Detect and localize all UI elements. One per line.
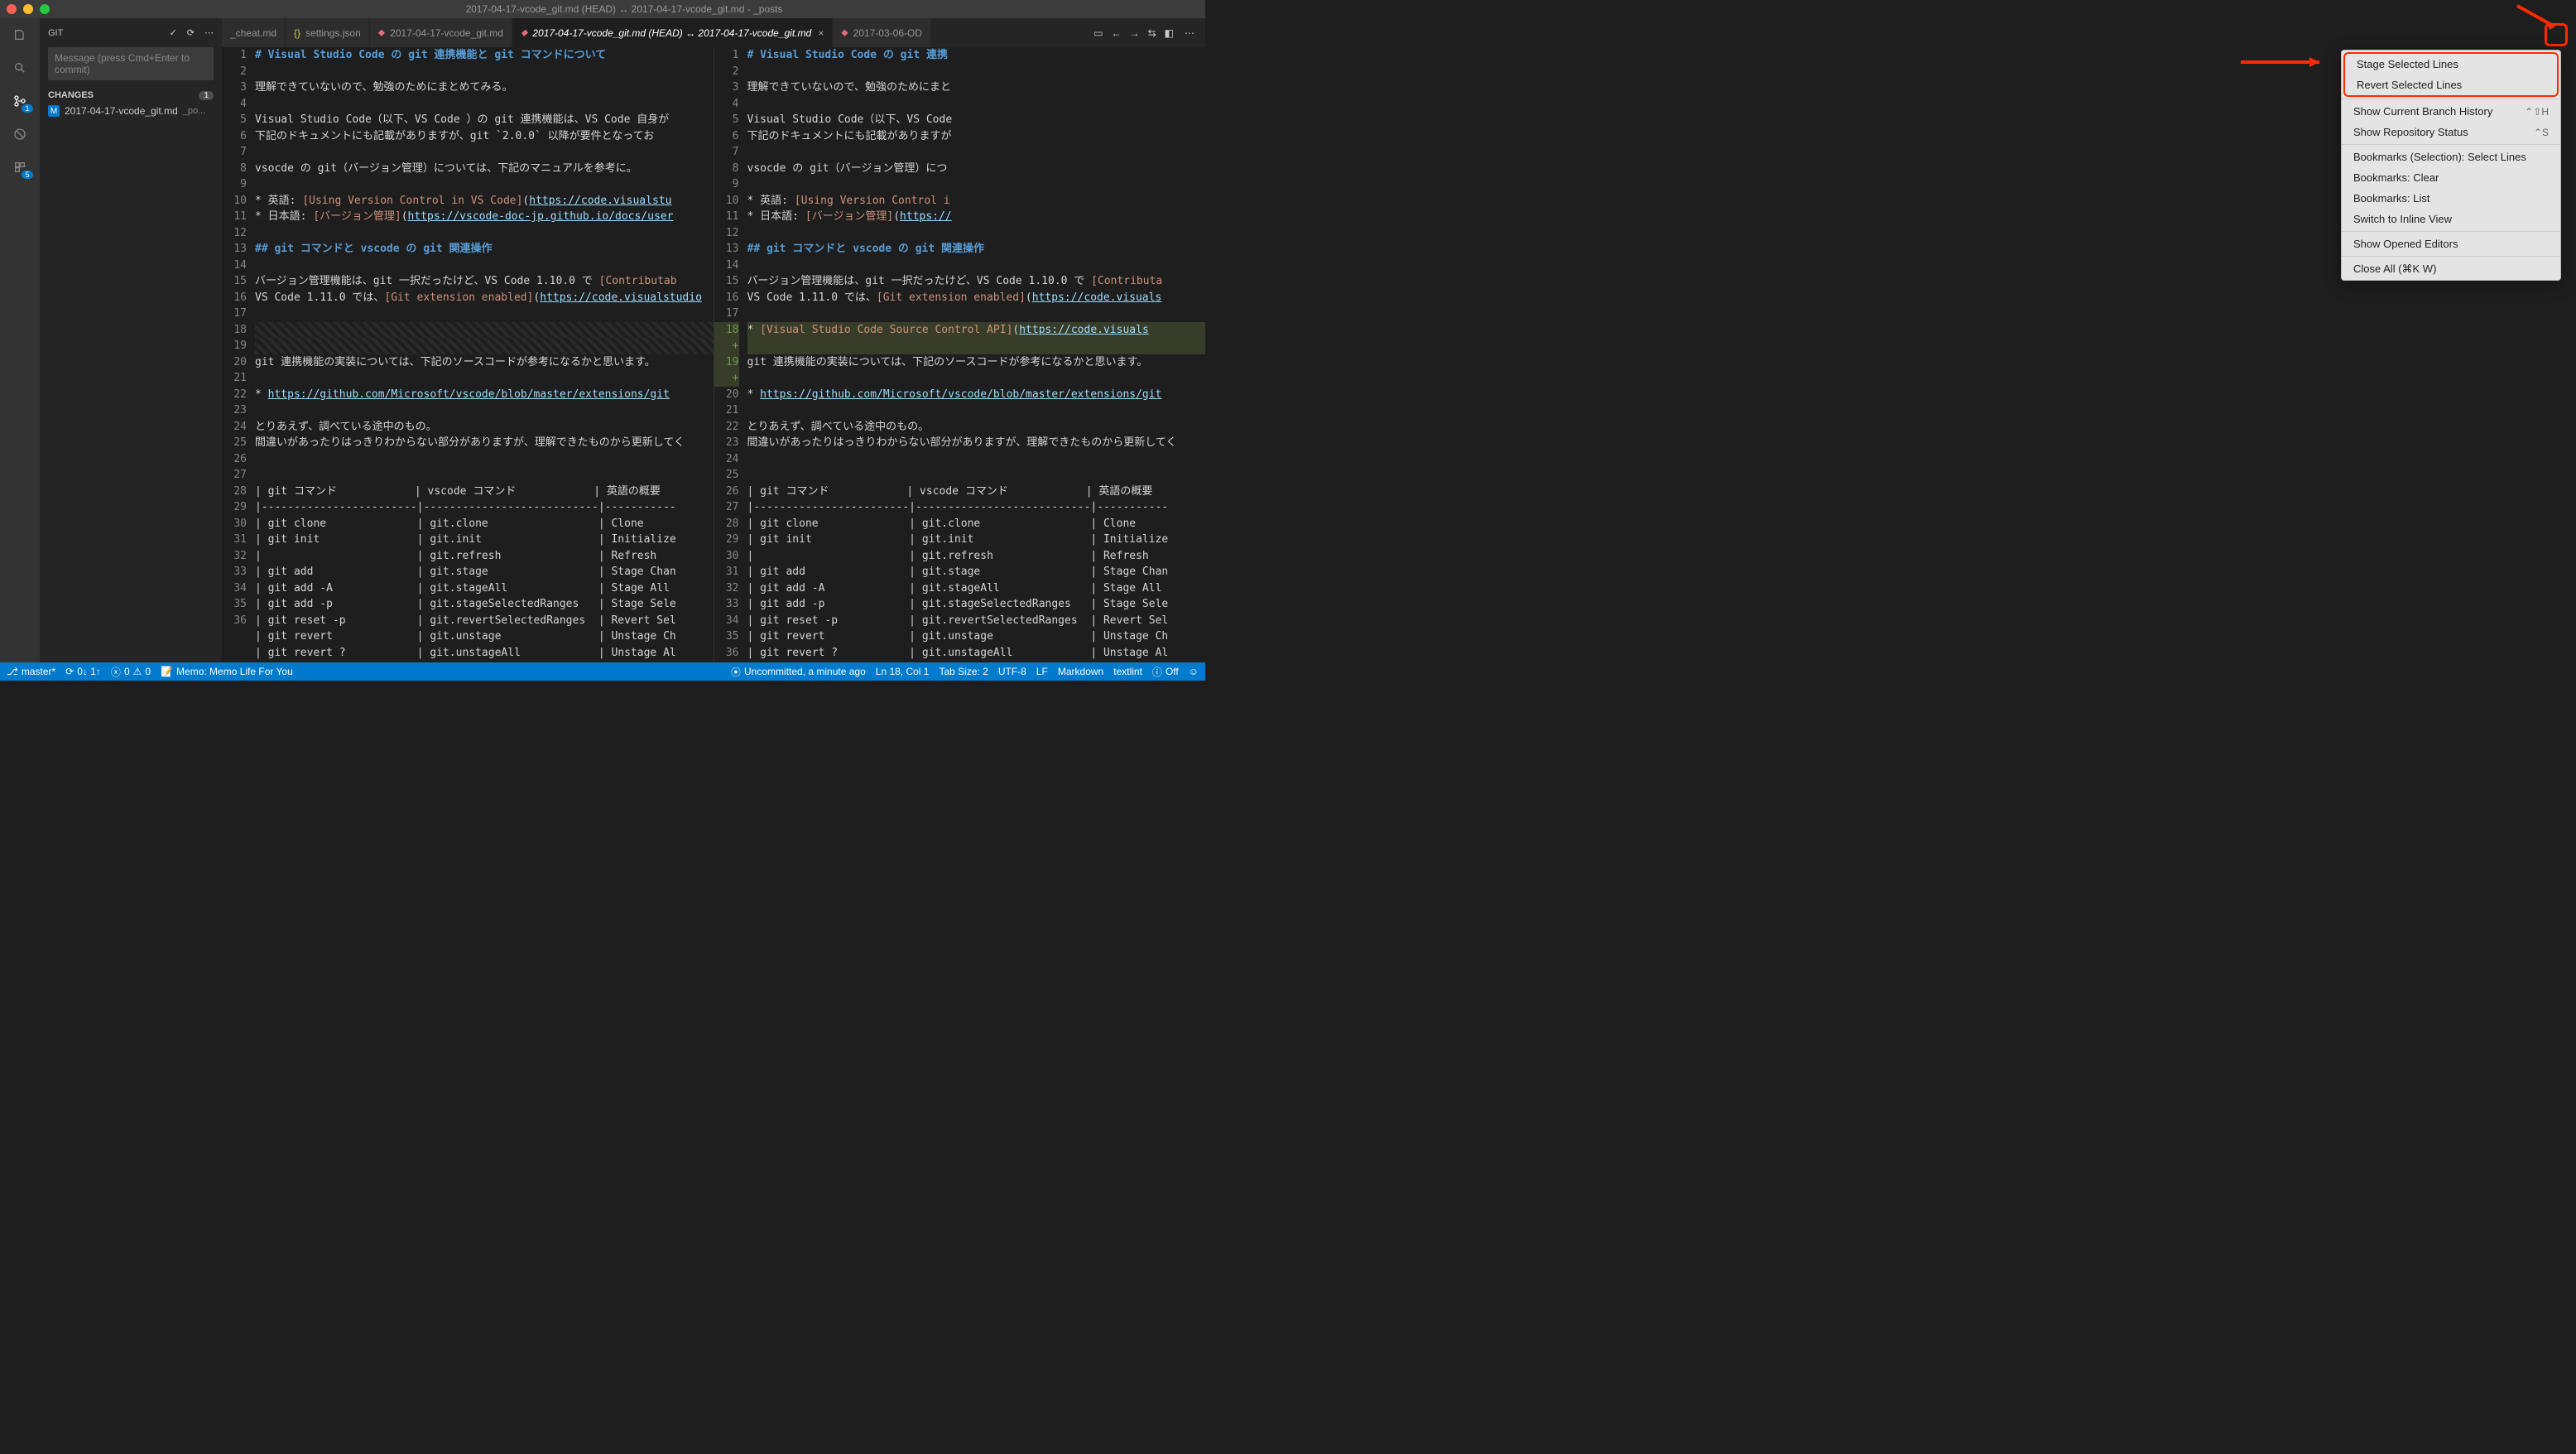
status-git[interactable]: ⦿ Uncommitted, a minute ago: [731, 665, 866, 679]
window-title: 2017-04-17-vcode_git.md (HEAD) ↔ 2017-04…: [50, 3, 1199, 15]
git-file-icon: ⬥: [841, 26, 848, 39]
search-icon[interactable]: [10, 58, 30, 78]
refresh-icon[interactable]: ⟳: [187, 27, 195, 38]
status-lang[interactable]: Markdown: [1058, 666, 1103, 677]
split-icon[interactable]: ◧: [1165, 27, 1174, 39]
menu-opened-editors[interactable]: Show Opened Editors: [2342, 234, 2560, 254]
status-feedback-icon[interactable]: ☺: [1189, 666, 1199, 677]
file-dir: _po...: [183, 106, 206, 116]
more-actions-icon[interactable]: ⋯: [1182, 25, 1197, 41]
activity-bar: 1 5: [0, 18, 40, 662]
menu-close-all[interactable]: Close All (⌘K W): [2342, 258, 2560, 280]
commit-message-input[interactable]: Message (press Cmd+Enter to commit): [48, 47, 214, 80]
menu-bookmarks-select[interactable]: Bookmarks (Selection): Select Lines: [2342, 147, 2560, 167]
tab-actions: ▭ ← → ⇆ ◧ ⋯: [1085, 25, 1205, 41]
changes-label: CHANGES: [48, 90, 94, 100]
menu-branch-history[interactable]: Show Current Branch History⌃⇧H: [2342, 101, 2560, 122]
status-off[interactable]: ⓘ Off: [1152, 665, 1179, 679]
code-left[interactable]: # Visual Studio Code の git 連携機能と git コマン…: [255, 47, 714, 662]
source-control-icon[interactable]: 1: [10, 91, 30, 111]
menu-inline-view[interactable]: Switch to Inline View: [2342, 209, 2560, 229]
changes-section-header[interactable]: CHANGES 1: [40, 87, 222, 104]
annotation-arrow-to-menu: [2237, 50, 2336, 75]
editor-tabs: _cheat.md {}settings.json ⬥2017-04-17-vc…: [222, 18, 1205, 47]
scm-sidebar: GIT ✓ ⟳ ⋯ Message (press Cmd+Enter to co…: [40, 18, 222, 662]
diff-right-pane[interactable]: 123456789101112131415161718 +19 +2021222…: [714, 47, 1206, 662]
menu-bookmarks-clear[interactable]: Bookmarks: Clear: [2342, 167, 2560, 188]
window-controls: [7, 4, 50, 14]
explorer-icon[interactable]: [10, 25, 30, 45]
code-right[interactable]: # Visual Studio Code の git 連携理解できていないので、…: [747, 47, 1206, 662]
nav-back-icon[interactable]: ←: [1112, 27, 1122, 39]
menu-stage-selected[interactable]: Stage Selected Lines: [2345, 54, 2557, 75]
status-memo[interactable]: 📝 Memo: Memo Life For You: [161, 666, 293, 677]
scm-badge: 1: [22, 104, 33, 113]
file-name: 2017-04-17-vcode_git.md: [65, 105, 178, 117]
status-bar: ⎇ master* ⟳ 0↓ 1↑ ⓧ 0 ⚠ 0 📝 Memo: Memo L…: [0, 662, 1205, 681]
menu-revert-selected[interactable]: Revert Selected Lines: [2345, 75, 2557, 95]
diff-left-pane[interactable]: 1234567891011121314151617181920212223242…: [222, 47, 714, 662]
menu-repo-status[interactable]: Show Repository Status⌃S: [2342, 122, 2560, 142]
open-prev-change-icon[interactable]: ⇆: [1148, 27, 1156, 39]
maximize-window[interactable]: [40, 4, 50, 14]
status-encoding[interactable]: UTF-8: [998, 666, 1026, 677]
tab-vcode-git[interactable]: ⬥2017-04-17-vcode_git.md: [370, 18, 512, 47]
extensions-badge: 5: [22, 171, 33, 179]
layout-icon[interactable]: ▭: [1093, 27, 1103, 39]
editor-context-menu: Stage Selected Lines Revert Selected Lin…: [2341, 50, 2561, 281]
tab-diff-active[interactable]: ⬥2017-04-17-vcode_git.md (HEAD) ↔ 2017-0…: [512, 18, 833, 47]
commit-icon[interactable]: ✓: [170, 27, 177, 38]
status-tabsize[interactable]: Tab Size: 2: [939, 666, 988, 677]
tab-settings[interactable]: {}settings.json: [286, 18, 370, 47]
minimize-window[interactable]: [23, 4, 33, 14]
close-icon[interactable]: ×: [818, 27, 824, 39]
changes-count: 1: [199, 91, 214, 100]
git-file-icon: ⬥: [521, 26, 527, 39]
extensions-icon[interactable]: 5: [10, 157, 30, 177]
status-sync[interactable]: ⟳ 0↓ 1↑: [65, 666, 101, 677]
modified-badge: M: [48, 105, 60, 117]
changed-file-row[interactable]: M 2017-04-17-vcode_git.md _po...: [40, 104, 222, 118]
status-errors[interactable]: ⓧ 0 ⚠ 0: [111, 665, 151, 679]
status-eol[interactable]: LF: [1036, 666, 1048, 677]
more-icon[interactable]: ⋯: [204, 27, 214, 38]
annotation-arrow-to-more: [2513, 2, 2571, 43]
tab-od[interactable]: ⬥2017-03-06-OD: [833, 18, 931, 47]
status-cursor[interactable]: Ln 18, Col 1: [876, 666, 930, 677]
menu-bookmarks-list[interactable]: Bookmarks: List: [2342, 188, 2560, 209]
titlebar: 2017-04-17-vcode_git.md (HEAD) ↔ 2017-04…: [0, 0, 1205, 18]
gutter-right: 123456789101112131415161718 +19 +2021222…: [714, 47, 747, 662]
gutter-left: 1234567891011121314151617181920212223242…: [222, 47, 255, 662]
debug-icon[interactable]: [10, 124, 30, 144]
tab-cheat[interactable]: _cheat.md: [222, 18, 286, 47]
status-branch[interactable]: ⎇ master*: [7, 666, 55, 677]
json-icon: {}: [294, 27, 300, 39]
close-window[interactable]: [7, 4, 17, 14]
editor-area: _cheat.md {}settings.json ⬥2017-04-17-vc…: [222, 18, 1205, 662]
sidebar-title: GIT: [48, 28, 63, 38]
nav-fwd-icon[interactable]: →: [1130, 27, 1140, 39]
git-file-icon: ⬥: [378, 26, 385, 39]
status-textlint[interactable]: textlint: [1113, 666, 1142, 677]
diff-editor: 1234567891011121314151617181920212223242…: [222, 47, 1205, 662]
